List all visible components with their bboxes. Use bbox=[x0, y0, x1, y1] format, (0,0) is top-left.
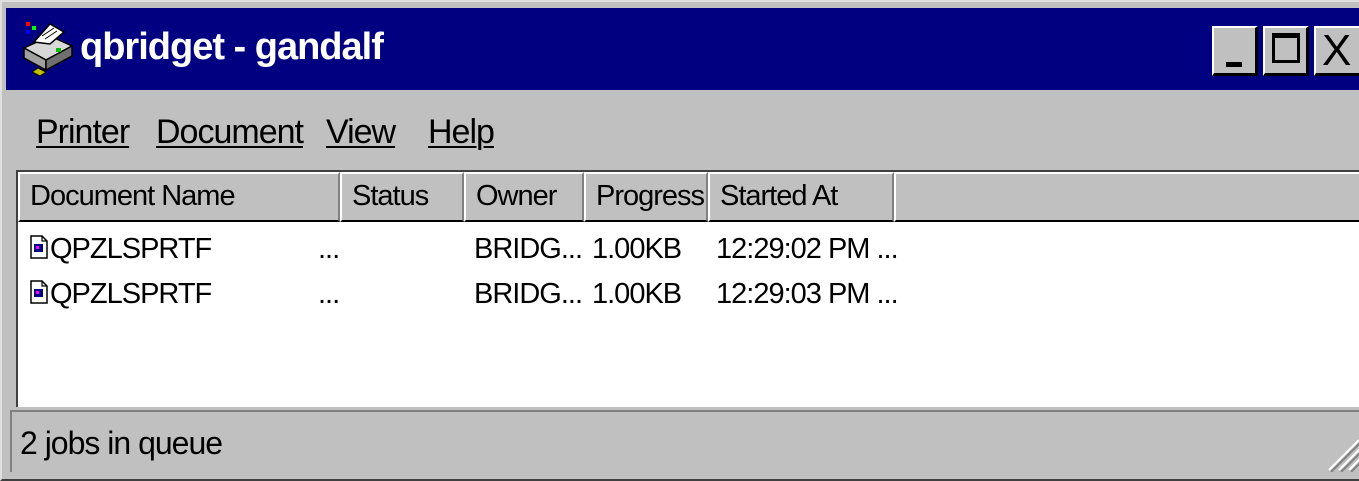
table-row[interactable]: QPZLSPRTF ... BRIDG... 1.00KB 12:29:03 P… bbox=[18, 271, 1359, 317]
status-text: 2 jobs in queue bbox=[20, 425, 223, 461]
close-icon: X bbox=[1322, 26, 1352, 75]
cell-document-name: QPZLSPRTF bbox=[50, 233, 212, 265]
printer-icon[interactable] bbox=[16, 18, 76, 76]
close-button[interactable]: X bbox=[1314, 26, 1359, 76]
maximize-button[interactable] bbox=[1263, 26, 1309, 76]
resize-grip-icon[interactable] bbox=[1321, 432, 1359, 472]
cell-status: ... bbox=[318, 233, 340, 265]
print-queue-window: qbridget - gandalf X Printer Document Vi… bbox=[0, 0, 1359, 481]
list-header: Document Name Status Owner Progress Star… bbox=[18, 172, 1359, 222]
status-bar: 2 jobs in queue bbox=[10, 410, 1359, 472]
window-title: qbridget - gandalf bbox=[80, 26, 384, 68]
column-header-filler bbox=[894, 172, 1359, 222]
column-header-owner[interactable]: Owner bbox=[464, 172, 584, 222]
cell-started-at: 12:29:03 PM ... bbox=[716, 278, 899, 310]
column-header-progress[interactable]: Progress bbox=[584, 172, 708, 222]
title-bar[interactable]: qbridget - gandalf X bbox=[6, 8, 1359, 90]
menu-view[interactable]: View bbox=[326, 110, 396, 154]
maximize-icon bbox=[1272, 33, 1300, 63]
column-header-status[interactable]: Status bbox=[340, 172, 464, 222]
menu-printer[interactable]: Printer bbox=[36, 110, 130, 154]
column-header-started-at[interactable]: Started At bbox=[708, 172, 894, 222]
cell-started-at: 12:29:02 PM ... bbox=[716, 233, 899, 265]
column-header-document-name[interactable]: Document Name bbox=[18, 172, 340, 222]
table-row[interactable]: QPZLSPRTF ... BRIDG... 1.00KB 12:29:02 P… bbox=[18, 226, 1359, 272]
menu-bar: Printer Document View Help bbox=[6, 96, 1359, 166]
menu-document[interactable]: Document bbox=[156, 110, 304, 154]
document-icon bbox=[30, 235, 48, 259]
menu-help[interactable]: Help bbox=[428, 110, 495, 154]
minimize-icon bbox=[1226, 62, 1242, 67]
cell-owner: BRIDG... bbox=[474, 278, 583, 310]
cell-progress: 1.00KB bbox=[592, 278, 682, 310]
minimize-button[interactable] bbox=[1212, 26, 1258, 76]
document-icon bbox=[30, 280, 48, 304]
cell-progress: 1.00KB bbox=[592, 233, 682, 265]
cell-status: ... bbox=[318, 278, 340, 310]
job-list[interactable]: Document Name Status Owner Progress Star… bbox=[16, 170, 1359, 407]
cell-owner: BRIDG... bbox=[474, 233, 583, 265]
cell-document-name: QPZLSPRTF bbox=[50, 278, 212, 310]
